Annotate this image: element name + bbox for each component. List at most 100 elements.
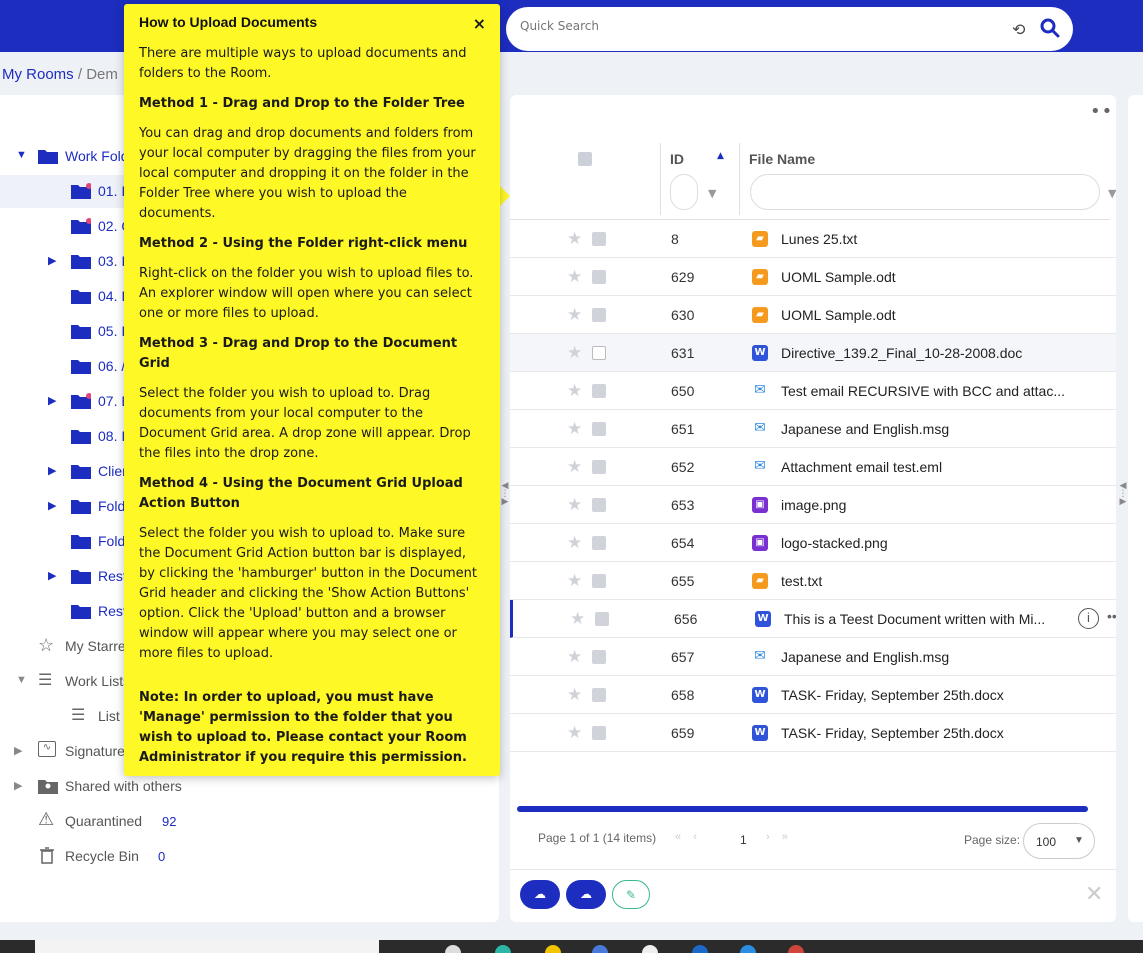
row-checkbox[interactable] <box>592 270 606 284</box>
row-file-name[interactable]: Japanese and English.msg <box>781 649 949 665</box>
tree-item-recycle-bin[interactable]: Recycle Bin 0 <box>0 840 499 873</box>
caret-down-icon[interactable]: ▼ <box>16 674 27 686</box>
row-file-name[interactable]: Test email RECURSIVE with BCC and attac.… <box>781 383 1065 399</box>
row-checkbox[interactable] <box>595 612 609 626</box>
caret-right-icon[interactable]: ▶ <box>48 394 56 407</box>
row-checkbox[interactable] <box>592 232 606 246</box>
table-row[interactable]: ★ 653 ▣ image.png <box>510 486 1116 524</box>
breadcrumb-current[interactable]: Dem <box>86 66 118 83</box>
caret-right-icon[interactable]: ▶ <box>48 569 56 582</box>
pager-nav-next[interactable]: › » <box>766 831 790 843</box>
star-icon[interactable]: ★ <box>567 419 582 439</box>
column-header-file-name[interactable]: File Name <box>749 151 815 167</box>
row-checkbox[interactable] <box>592 726 606 740</box>
row-checkbox[interactable] <box>592 498 606 512</box>
pager-page-number[interactable]: 1 <box>740 833 747 847</box>
star-icon[interactable]: ★ <box>567 267 582 287</box>
page-size-select[interactable]: 100 ▼ <box>1023 823 1095 859</box>
taskbar-app-icon[interactable] <box>545 945 561 953</box>
row-file-name[interactable]: test.txt <box>781 573 822 589</box>
table-row[interactable]: ★ 654 ▣ logo-stacked.png <box>510 524 1116 562</box>
taskbar-window[interactable] <box>35 940 379 953</box>
table-row[interactable]: ★ 657 ✉ Japanese and English.msg <box>510 638 1116 676</box>
star-icon[interactable]: ★ <box>567 533 582 553</box>
row-file-name[interactable]: logo-stacked.png <box>781 535 888 551</box>
row-file-name[interactable]: Attachment email test.eml <box>781 459 942 475</box>
row-file-name[interactable]: Japanese and English.msg <box>781 421 949 437</box>
quick-search-input[interactable] <box>520 19 990 33</box>
row-checkbox[interactable] <box>592 308 606 322</box>
table-row[interactable]: ★ 8 ▰ Lunes 25.txt <box>510 220 1116 258</box>
table-row[interactable]: ★ 659 W TASK- Friday, September 25th.docx <box>510 714 1116 752</box>
star-icon[interactable]: ★ <box>567 723 582 743</box>
taskbar-app-icon[interactable] <box>495 945 511 953</box>
tree-item-quarantined[interactable]: ⚠ Quarantined 92 <box>0 805 499 838</box>
row-file-name[interactable]: TASK- Friday, September 25th.docx <box>781 725 1004 741</box>
id-filter-input[interactable] <box>670 174 698 210</box>
star-icon[interactable]: ★ <box>567 495 582 515</box>
caret-down-icon[interactable]: ▼ <box>16 149 27 161</box>
close-icon[interactable]: ✕ <box>1085 882 1103 907</box>
pager-nav-prev[interactable]: « ‹ <box>675 831 699 843</box>
caret-right-icon[interactable]: ▶ <box>48 464 56 477</box>
star-icon[interactable]: ★ <box>567 647 582 667</box>
search-icon[interactable] <box>1040 18 1060 38</box>
table-row[interactable]: ★ 650 ✉ Test email RECURSIVE with BCC and a… <box>510 372 1116 410</box>
more-icon[interactable]: •• <box>1107 608 1116 624</box>
row-checkbox[interactable] <box>592 536 606 550</box>
row-file-name[interactable]: UOML Sample.odt <box>781 307 896 323</box>
table-row[interactable]: ★ 655 ▰ test.txt <box>510 562 1116 600</box>
taskbar-app-icon[interactable] <box>788 945 804 953</box>
row-checkbox[interactable] <box>592 460 606 474</box>
caret-right-icon[interactable]: ▶ <box>14 779 22 792</box>
grid-menu-button[interactable]: ••• <box>1090 101 1116 122</box>
taskbar-app-icon[interactable] <box>642 945 658 953</box>
close-icon[interactable]: × <box>473 14 486 34</box>
star-icon[interactable]: ★ <box>567 229 582 249</box>
table-row[interactable]: ★ 629 ▰ UOML Sample.odt <box>510 258 1116 296</box>
select-all-checkbox[interactable] <box>578 152 592 166</box>
star-icon[interactable]: ★ <box>567 305 582 325</box>
sort-asc-icon[interactable]: ▲ <box>717 151 724 161</box>
star-icon[interactable]: ★ <box>567 457 582 477</box>
row-file-name[interactable]: image.png <box>781 497 846 513</box>
filter-icon[interactable]: ▼ <box>1108 187 1116 200</box>
taskbar-app-icon[interactable] <box>740 945 756 953</box>
row-file-name[interactable]: Directive_139.2_Final_10-28-2008.doc <box>781 345 1022 361</box>
upload-button[interactable]: ☁ <box>520 880 560 909</box>
row-file-name[interactable]: UOML Sample.odt <box>781 269 896 285</box>
file-name-filter-input[interactable] <box>750 174 1100 210</box>
info-icon[interactable]: i <box>1078 608 1099 629</box>
filter-icon[interactable]: ▼ <box>708 187 716 200</box>
star-icon[interactable]: ★ <box>570 609 585 629</box>
taskbar-app-icon[interactable] <box>592 945 608 953</box>
breadcrumb-my-rooms[interactable]: My Rooms <box>2 66 74 83</box>
star-icon[interactable]: ★ <box>567 571 582 591</box>
table-row[interactable]: ★ 658 W TASK- Friday, September 25th.docx <box>510 676 1116 714</box>
column-header-id[interactable]: ID <box>670 151 684 167</box>
table-row[interactable]: ★ 656 W This is a Teest Document written wi… <box>510 600 1116 638</box>
row-file-name[interactable]: TASK- Friday, September 25th.docx <box>781 687 1004 703</box>
row-file-name[interactable]: This is a Teest Document written with Mi… <box>784 611 1045 627</box>
star-icon[interactable]: ★ <box>567 381 582 401</box>
table-row[interactable]: ★ 631 W Directive_139.2_Final_10-28-2008.do… <box>510 334 1116 372</box>
row-checkbox[interactable] <box>592 688 606 702</box>
caret-right-icon[interactable]: ▶ <box>14 744 22 757</box>
row-file-name[interactable]: Lunes 25.txt <box>781 231 857 247</box>
taskbar-app-icon[interactable] <box>692 945 708 953</box>
quick-search-box[interactable]: ⟲ <box>506 7 1073 51</box>
download-button[interactable]: ☁ <box>566 880 606 909</box>
row-checkbox[interactable] <box>592 574 606 588</box>
row-checkbox[interactable] <box>592 346 606 360</box>
taskbar-app-icon[interactable] <box>445 945 461 953</box>
scrollbar[interactable] <box>517 806 1088 812</box>
star-icon[interactable]: ★ <box>567 343 582 363</box>
table-row[interactable]: ★ 652 ✉ Attachment email test.eml <box>510 448 1116 486</box>
row-checkbox[interactable] <box>592 422 606 436</box>
row-checkbox[interactable] <box>592 384 606 398</box>
caret-right-icon[interactable]: ▶ <box>48 254 56 267</box>
history-icon[interactable]: ⟲ <box>1012 20 1025 39</box>
table-row[interactable]: ★ 651 ✉ Japanese and English.msg <box>510 410 1116 448</box>
edit-button[interactable]: ✎ <box>612 880 650 909</box>
splitter-handle[interactable]: ◀ ⋮ ▶ <box>500 482 510 507</box>
